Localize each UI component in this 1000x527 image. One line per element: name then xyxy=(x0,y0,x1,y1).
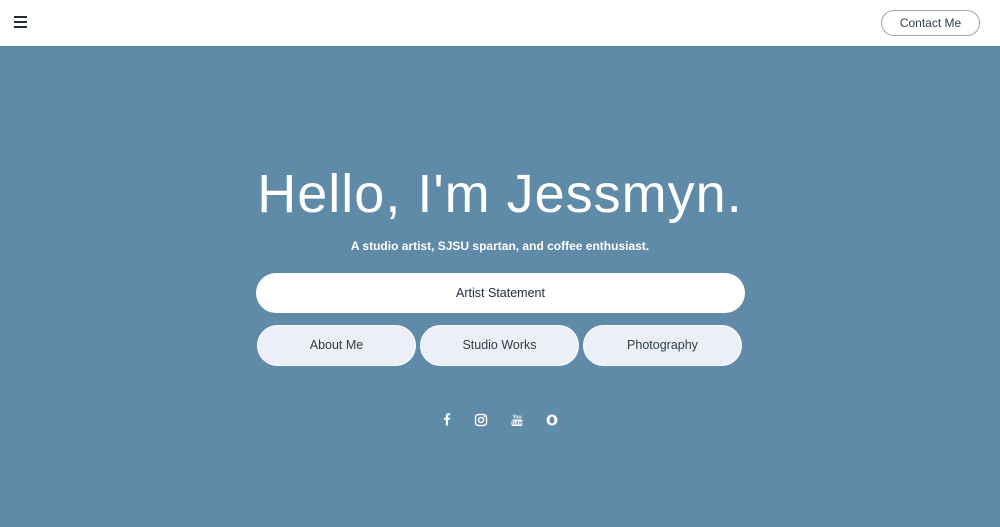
facebook-icon[interactable] xyxy=(440,413,454,427)
photography-button[interactable]: Photography xyxy=(583,325,742,366)
studio-works-button[interactable]: Studio Works xyxy=(420,325,579,366)
artist-statement-button[interactable]: Artist Statement xyxy=(256,273,745,313)
page-title: Hello, I'm Jessmyn. xyxy=(257,164,743,224)
about-me-button[interactable]: About Me xyxy=(257,325,416,366)
hero-section: Hello, I'm Jessmyn. A studio artist, SJS… xyxy=(0,46,1000,527)
contact-me-button[interactable]: Contact Me xyxy=(881,10,980,36)
top-bar: Contact Me xyxy=(0,0,1000,46)
snapchat-icon[interactable] xyxy=(545,413,559,427)
hamburger-menu-icon[interactable] xyxy=(14,16,30,30)
youtube-icon[interactable]: You Tube xyxy=(510,413,524,427)
instagram-icon[interactable] xyxy=(474,413,488,427)
page-subtitle: A studio artist, SJSU spartan, and coffe… xyxy=(350,239,650,253)
svg-text:Tube: Tube xyxy=(511,421,523,427)
